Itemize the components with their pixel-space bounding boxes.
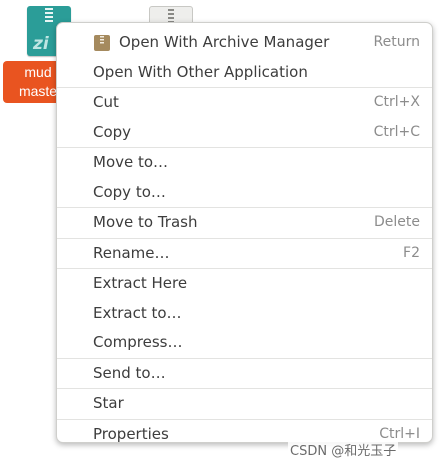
menu-item-shortcut: Ctrl+X <box>373 94 420 110</box>
menu-item-label: Move to Trash <box>93 213 198 231</box>
archive-manager-icon <box>94 35 110 51</box>
menu-item-shortcut: Return <box>373 34 420 50</box>
menu-item-shortcut: F2 <box>403 244 420 261</box>
menu-item-compress[interactable]: Compress… <box>57 328 432 358</box>
menu-item-star[interactable]: Star <box>57 389 432 419</box>
menu-item-open-with-other-application[interactable]: Open With Other Application <box>57 58 432 88</box>
menu-item-label: Send to… <box>93 363 166 382</box>
menu-item-extract-here[interactable]: Extract Here <box>57 269 432 299</box>
menu-item-send-to[interactable]: Send to… <box>57 359 432 389</box>
watermark: CSDN @和光玉子 <box>288 440 399 459</box>
menu-item-shortcut: Delete <box>374 214 420 230</box>
menu-item-label: Cut <box>93 93 119 111</box>
menu-item-label: Extract Here <box>93 274 188 292</box>
menu-item-shortcut: Ctrl+C <box>373 123 420 140</box>
menu-item-label: Compress… <box>93 333 183 351</box>
menu-item-extract-to[interactable]: Extract to… <box>57 299 432 329</box>
menu-item-label: Copy to… <box>93 182 166 201</box>
menu-item-open-with-archive-manager[interactable]: Open With Archive Manager Return <box>57 28 432 58</box>
zipper-strip <box>45 8 53 24</box>
menu-item-move-to[interactable]: Move to… <box>57 148 432 178</box>
menu-item-rename[interactable]: Rename… F2 <box>57 239 432 269</box>
menu-item-cut[interactable]: Cut Ctrl+X <box>57 88 432 118</box>
menu-item-copy[interactable]: Copy Ctrl+C <box>57 118 432 148</box>
menu-item-copy-to[interactable]: Copy to… <box>57 178 432 208</box>
menu-item-label: Properties <box>93 424 169 443</box>
menu-item-label: Extract to… <box>93 303 182 322</box>
menu-item-label: Copy <box>93 122 132 141</box>
menu-item-move-to-trash[interactable]: Move to Trash Delete <box>57 208 432 238</box>
menu-item-label: Open With Other Application <box>93 62 308 81</box>
desktop: zi mud maste Open With Archive Manager Re… <box>0 0 442 468</box>
context-menu: Open With Archive Manager Return Open With… <box>56 22 433 443</box>
menu-item-label: Star <box>93 394 124 412</box>
menu-item-label: Rename… <box>93 243 170 262</box>
zip-glyph-text: zi <box>33 34 49 54</box>
menu-item-label: Open With Archive Manager <box>119 33 330 51</box>
menu-item-label: Move to… <box>93 153 169 171</box>
